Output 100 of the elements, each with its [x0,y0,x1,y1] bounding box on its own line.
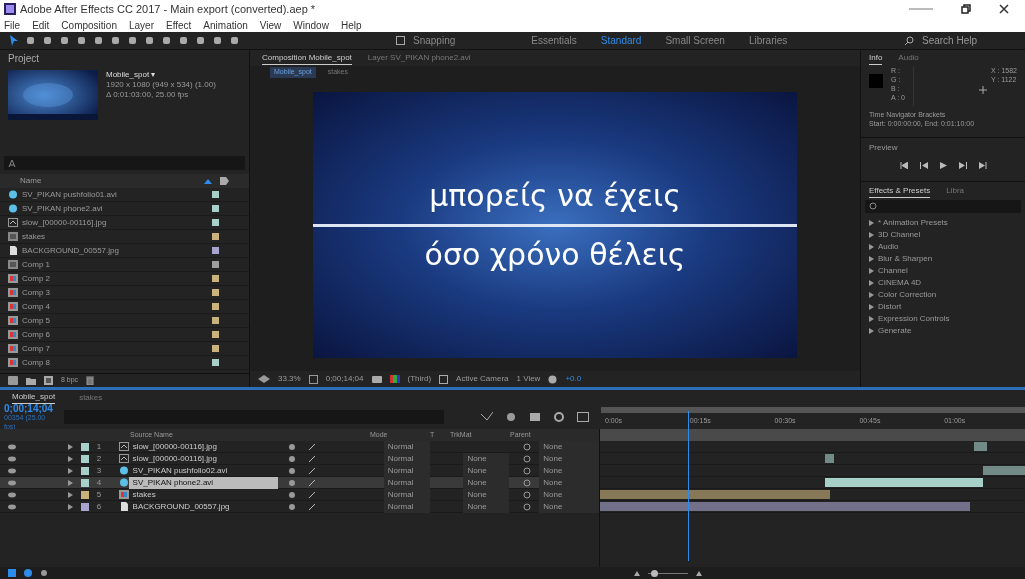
motion-blur-icon[interactable] [553,412,565,422]
play-icon[interactable] [939,162,947,169]
color-swatch [869,74,883,88]
effect-category[interactable]: Channel [878,265,908,277]
layer-name[interactable]: SV_PIKAN pushfolio02.avi [128,464,279,477]
restore-icon[interactable] [961,4,971,14]
viewer-tab[interactable]: Layer SV_PIKAN phone2.avi [367,52,471,64]
project-item[interactable]: Comp 3 [22,286,208,299]
project-item[interactable]: slow_[00000-00116].jpg [22,216,208,229]
region-icon[interactable] [258,375,270,383]
layer-row[interactable]: 5 stakes Normal None None [0,489,599,501]
zoom-dropdown[interactable]: 33.3% [278,373,301,385]
zoom-out-icon[interactable] [634,570,640,576]
image-sequence-icon [8,218,18,227]
panel-tab[interactable]: Libra [946,185,964,197]
effect-category[interactable]: CINEMA 4D [878,277,922,289]
menu-item[interactable]: View [259,17,282,33]
slider-thumb[interactable] [651,569,659,577]
effect-category[interactable]: Distort [878,301,902,313]
project-item[interactable]: stakes [22,230,208,243]
effect-category[interactable]: * Animation Presets [878,217,948,229]
search-field[interactable] [865,200,1021,213]
search-icon[interactable] [904,35,914,46]
region-of-interest-icon[interactable] [439,374,449,384]
layer-name[interactable]: slow_[00000-00116].jpg [128,440,279,453]
menu-item[interactable]: Animation [203,17,248,33]
workspace-tab[interactable]: Small Screen [665,33,725,48]
color-channel-icon[interactable] [389,375,400,383]
panel-tab[interactable]: Info [869,51,883,65]
workspace-tab[interactable]: Libraries [748,33,788,48]
project-item[interactable]: SV_PIKAN pushfolio01.avi [22,188,208,201]
search-icon [869,202,878,211]
composition-icon [8,274,18,283]
panel-title[interactable]: Project [8,50,40,66]
view-layout-dropdown[interactable]: 1 View [516,373,541,385]
panel-tab[interactable]: Audio [898,52,919,64]
label-icon[interactable] [220,177,229,185]
timeline-tab[interactable]: stakes [79,391,103,404]
layer-name[interactable]: stakes [128,488,279,501]
layer-name[interactable]: slow_[00000-00116].jpg [128,452,279,465]
project-item[interactable]: Comp 1 [22,258,208,271]
effect-category[interactable]: Audio [878,241,899,253]
menu-item[interactable]: File [4,17,21,33]
project-item[interactable]: Comp 4 [22,300,208,313]
current-time[interactable]: 0;00;14;04 [4,403,56,413]
layer-duration-bar[interactable] [982,466,1025,475]
project-item[interactable]: SV_PIKAN phone2.avi [22,202,208,215]
app-icon [4,3,16,15]
menu-item[interactable]: Composition [61,17,117,33]
project-item[interactable]: Comp 7 [22,342,208,355]
layer-row[interactable]: 2 slow_[00000-00116].jpg Normal None None [0,453,599,465]
panel-title[interactable]: Preview [869,142,1017,154]
previous-frame-icon[interactable] [919,162,928,169]
zoom-in-icon[interactable] [696,570,704,576]
menu-item[interactable]: Help [340,17,362,33]
layer-row[interactable]: 4 SV_PIKAN phone2.avi Normal None None [0,477,599,489]
project-item[interactable]: Comp 6 [22,328,208,341]
panel-tab[interactable]: Effects & Presets [869,184,931,198]
project-item[interactable]: Comp 8 [22,356,208,369]
grid-icon[interactable] [308,374,318,384]
menu-item[interactable]: Window [293,17,329,33]
layer-name[interactable]: BACKGROUND_00557.jpg [128,500,279,513]
effect-category[interactable]: Generate [878,325,912,337]
workspace-tab[interactable]: Standard [600,33,642,48]
layer-row[interactable]: 6 BACKGROUND_00557.jpg Normal None None [0,501,599,513]
exposure-value[interactable]: +0.0 [565,373,582,385]
effect-category[interactable]: Blur & Sharpen [878,253,933,265]
close-icon[interactable] [999,4,1009,14]
folder-icon[interactable] [26,376,36,385]
current-time[interactable]: 0;00;14;04 [325,373,364,385]
search-help-field[interactable]: Search Help [922,33,1017,48]
layer-row[interactable]: 1 slow_[00000-00116].jpg Normal None [0,441,599,453]
search-field[interactable] [4,156,245,170]
effect-category[interactable]: 3D Channel [878,229,921,241]
effect-category[interactable]: Color Correction [878,289,937,301]
next-frame-icon[interactable] [958,162,967,169]
graph-editor-icon[interactable] [577,412,589,422]
project-item[interactable]: Comp 2 [22,272,208,285]
zoom-slider[interactable] [648,569,688,577]
project-item[interactable]: Comp 5 [22,314,208,327]
layer-number: 2 [95,452,103,465]
composition-icon [8,316,18,325]
draft-3d-icon[interactable] [481,412,493,422]
selection-icon[interactable] [8,35,19,46]
menu-item[interactable]: Effect [165,17,192,33]
sort-icon[interactable] [204,178,212,184]
camera-dropdown[interactable]: Active Camera [456,373,509,385]
composition-icon [8,358,18,367]
project-item[interactable]: BACKGROUND_00557.jpg [22,244,208,257]
first-frame-icon[interactable] [899,162,908,169]
menu-item[interactable]: Layer [128,17,154,33]
viewer-tab[interactable]: Composition Mobile_spot [262,51,352,65]
menu-item[interactable]: Edit [32,17,50,33]
effect-category[interactable]: Expression Controls [878,313,950,325]
trash-icon[interactable] [86,376,95,385]
workspace-tab[interactable]: Essentials [531,33,577,48]
last-frame-icon[interactable] [978,162,987,169]
snapping-checkbox[interactable] [396,36,405,45]
timeline-tab[interactable]: Mobile_spot [12,391,56,404]
resolution-dropdown[interactable]: (Third) [407,373,432,385]
